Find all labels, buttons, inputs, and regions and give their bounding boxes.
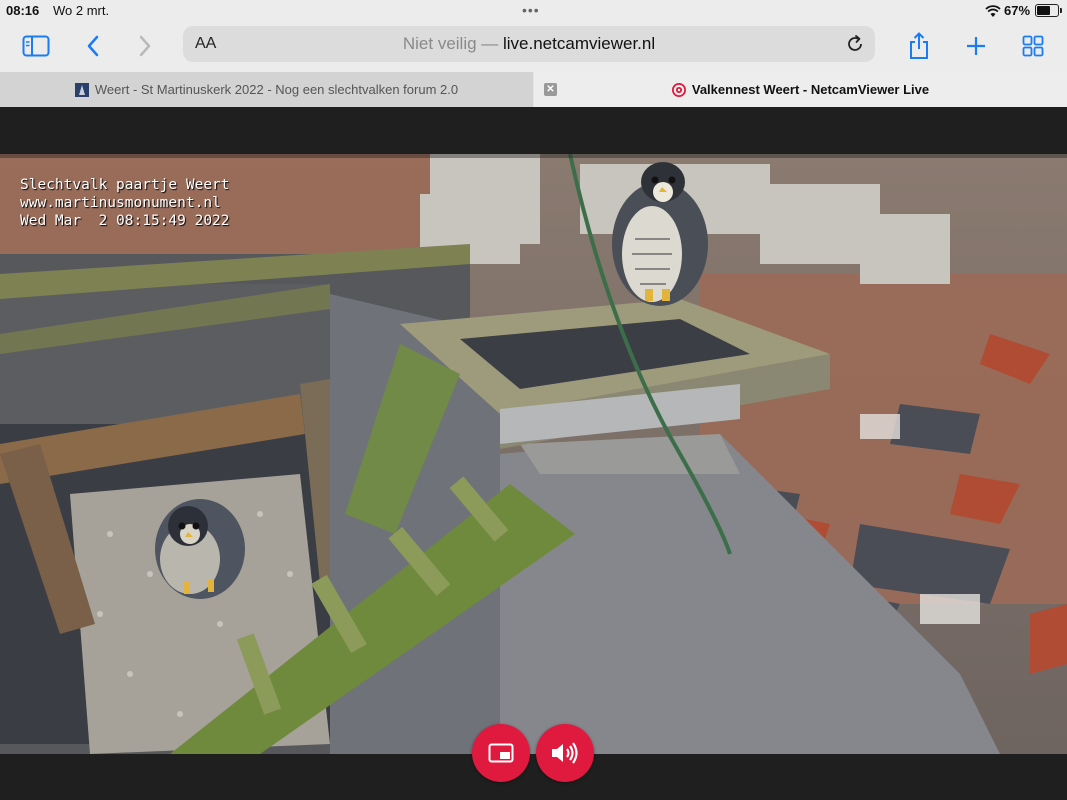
forward-icon[interactable] bbox=[130, 31, 160, 61]
multitasking-dots-icon[interactable]: ••• bbox=[522, 2, 540, 18]
sidebar-icon[interactable] bbox=[21, 31, 51, 61]
nest-camera-image bbox=[0, 154, 1067, 754]
tab-title: Weert - St Martinuskerk 2022 - Nog een s… bbox=[94, 82, 459, 97]
mute-button[interactable] bbox=[536, 724, 594, 782]
forum-favicon-icon bbox=[74, 82, 89, 97]
battery-percent: 67% bbox=[1004, 3, 1031, 18]
tab-forum[interactable]: Weert - St Martinuskerk 2022 - Nog een s… bbox=[0, 72, 533, 107]
speaker-icon bbox=[552, 742, 578, 764]
url-display[interactable]: Niet veilig — live.netcamviewer.nl bbox=[183, 34, 875, 54]
url-domain: live.netcamviewer.nl bbox=[503, 34, 656, 53]
tab-title: Valkennest Weert - NetcamViewer Live bbox=[691, 82, 930, 97]
picture-in-picture-icon bbox=[488, 743, 514, 763]
browser-toolbar: AA Niet veilig — live.netcamviewer.nl bbox=[0, 22, 1067, 72]
url-prefix: Niet veilig — bbox=[402, 34, 503, 53]
back-icon[interactable] bbox=[78, 31, 108, 61]
tabs-grid-icon[interactable] bbox=[1018, 31, 1048, 61]
plus-icon[interactable] bbox=[961, 31, 991, 61]
status-bar: 08:16 Wo 2 mrt. ••• 67% bbox=[0, 0, 1067, 22]
overlay-title: Slechtvalk paartje Weert bbox=[20, 177, 230, 193]
overlay-website: www.martinusmonument.nl bbox=[20, 195, 221, 211]
wifi-icon bbox=[985, 5, 1001, 17]
player-controls bbox=[0, 724, 1067, 784]
address-bar[interactable]: AA Niet veilig — live.netcamviewer.nl bbox=[183, 26, 875, 62]
netcamviewer-favicon-icon bbox=[671, 82, 686, 97]
overlay-timestamp: Wed Mar 2 08:15:49 2022 bbox=[20, 213, 230, 229]
close-tab-icon[interactable]: ✕ bbox=[544, 83, 557, 96]
tab-bar: Weert - St Martinuskerk 2022 - Nog een s… bbox=[0, 72, 1067, 107]
status-date: Wo 2 mrt. bbox=[53, 3, 110, 18]
picture-in-picture-button[interactable] bbox=[472, 724, 530, 782]
camera-overlay-text: Slechtvalk paartje Weert www.martinusmonu… bbox=[20, 176, 230, 230]
tab-netcamviewer[interactable]: ✕ Valkennest Weert - NetcamViewer Live bbox=[534, 72, 1067, 107]
battery-icon bbox=[1035, 4, 1062, 17]
reload-icon[interactable] bbox=[845, 34, 865, 54]
webcam-video[interactable]: Slechtvalk paartje Weert www.martinusmonu… bbox=[0, 154, 1067, 754]
share-icon[interactable] bbox=[904, 31, 934, 61]
status-time: 08:16 bbox=[6, 3, 40, 18]
